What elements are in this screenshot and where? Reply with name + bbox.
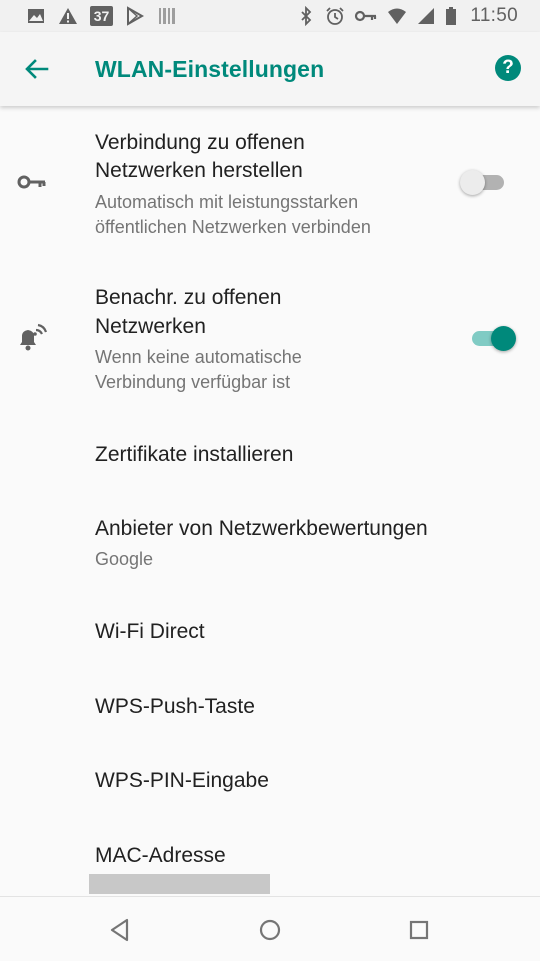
app-bar: WLAN-Einstellungen ? <box>0 32 540 106</box>
setting-title: Benachr. zu offenen <box>95 286 282 309</box>
nav-back-button[interactable] <box>107 917 133 943</box>
nav-recents-button[interactable] <box>406 917 432 943</box>
setting-title: MAC-Adresse <box>95 844 226 867</box>
setting-title: Zertifikate installieren <box>95 443 294 466</box>
setting-title: Netzwerken <box>95 315 206 338</box>
nav-home-icon <box>259 919 281 941</box>
toggle-thumb <box>460 170 485 195</box>
help-icon: ? <box>502 57 514 78</box>
setting-title: WPS-Push-Taste <box>95 695 255 718</box>
wifi-icon <box>387 6 407 26</box>
help-button[interactable]: ? <box>495 55 521 81</box>
setting-summary: Automatisch mit leistungsstarken <box>95 192 359 212</box>
battery-icon <box>445 6 457 26</box>
mac-address-value-redacted <box>89 874 270 894</box>
toggle-thumb <box>491 326 516 351</box>
setting-install-certificates[interactable]: Zertifikate installieren <box>0 416 540 494</box>
setting-title: Netzwerken herstellen <box>95 159 303 182</box>
badge-icon: 37 <box>90 6 113 26</box>
setting-mac-address[interactable]: MAC-Adresse <box>0 818 540 896</box>
setting-title: Verbindung zu offenen <box>95 131 305 154</box>
setting-summary: öffentlichen Netzwerken verbinden <box>95 217 371 237</box>
notify-open-networks-toggle[interactable] <box>470 324 516 352</box>
alarm-icon <box>325 6 345 26</box>
arrow-back-icon <box>25 59 49 79</box>
play-store-icon <box>125 6 145 26</box>
back-button[interactable] <box>22 54 52 84</box>
connect-open-networks-toggle[interactable] <box>460 168 506 196</box>
nav-recents-icon <box>409 920 429 940</box>
setting-wps-push-button[interactable]: WPS-Push-Taste <box>0 668 540 743</box>
setting-summary: Google <box>95 549 154 569</box>
signal-icon <box>416 6 436 26</box>
image-icon <box>26 6 46 26</box>
key-icon <box>17 175 46 189</box>
page-title: WLAN-Einstellungen <box>95 56 325 82</box>
setting-title: Anbieter von Netzwerkbewertungen <box>95 517 428 540</box>
navigation-bar <box>0 896 540 961</box>
status-bar: 37 11:50 <box>0 0 540 32</box>
setting-title: WPS-PIN-Eingabe <box>95 769 269 792</box>
barcode-icon <box>157 6 177 26</box>
setting-connect-open-networks[interactable]: Verbindung zu offenen Netzwerken herstel… <box>0 106 540 261</box>
setting-summary: Verbindung verfügbar ist <box>95 372 291 392</box>
status-bar-system: 11:50 <box>296 5 518 27</box>
vpn-key-icon <box>354 6 378 26</box>
nav-back-icon <box>110 918 129 942</box>
notification-wifi-icon <box>20 323 48 351</box>
nav-home-button[interactable] <box>257 917 283 943</box>
setting-title: Wi-Fi Direct <box>95 620 205 643</box>
status-bar-notifications: 37 <box>26 6 177 26</box>
setting-wps-pin-entry[interactable]: WPS-PIN-Eingabe <box>0 743 540 818</box>
setting-notify-open-networks[interactable]: Benachr. zu offenen Netzwerken Wenn kein… <box>0 261 540 416</box>
setting-summary: Wenn keine automatische <box>95 347 302 367</box>
bluetooth-icon <box>296 6 316 26</box>
setting-network-rating-provider[interactable]: Anbieter von Netzwerkbewertungen Google <box>0 494 540 590</box>
setting-wifi-direct[interactable]: Wi-Fi Direct <box>0 590 540 668</box>
warning-icon <box>58 6 78 26</box>
status-time: 11:50 <box>470 5 518 26</box>
